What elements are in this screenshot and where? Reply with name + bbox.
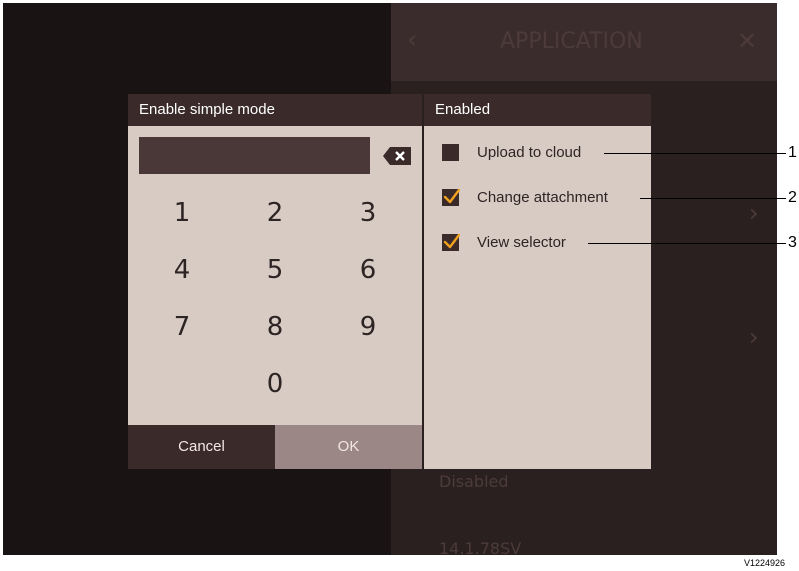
background-title: APPLICATION bbox=[500, 29, 643, 54]
options-panel-title: Enabled bbox=[424, 94, 651, 126]
figure-code: V1224926 bbox=[744, 558, 786, 568]
ok-button[interactable]: OK bbox=[275, 425, 422, 469]
background-close-icon: ✕ bbox=[737, 27, 758, 55]
key-9[interactable]: 9 bbox=[338, 307, 398, 347]
checkmark-icon bbox=[443, 234, 460, 249]
key-1[interactable]: 1 bbox=[152, 193, 212, 233]
checkbox-checked[interactable] bbox=[442, 234, 460, 251]
callout-line-1 bbox=[604, 153, 786, 154]
background-chevron-icon: › bbox=[749, 199, 759, 227]
key-8[interactable]: 8 bbox=[245, 307, 305, 347]
key-7[interactable]: 7 bbox=[152, 307, 212, 347]
callout-line-2 bbox=[640, 198, 786, 199]
checkmark-icon bbox=[443, 189, 460, 204]
callout-line-3 bbox=[588, 243, 786, 244]
backspace-icon[interactable] bbox=[383, 147, 411, 165]
background-item-status: Disabled bbox=[439, 472, 509, 491]
key-3[interactable]: 3 bbox=[338, 193, 398, 233]
pin-input[interactable] bbox=[139, 137, 370, 174]
key-4[interactable]: 4 bbox=[152, 250, 212, 290]
key-6[interactable]: 6 bbox=[338, 250, 398, 290]
background-item-version: 14.1.78SV bbox=[439, 539, 522, 555]
callout-number-1: 1 bbox=[788, 144, 797, 161]
key-0[interactable]: 0 bbox=[245, 364, 305, 404]
callout-number-3: 3 bbox=[788, 234, 797, 251]
keypad-dialog-title: Enable simple mode bbox=[128, 94, 422, 126]
key-5[interactable]: 5 bbox=[245, 250, 305, 290]
checkbox-checked[interactable] bbox=[442, 189, 460, 206]
callout-number-2: 2 bbox=[788, 189, 797, 206]
checkbox-unchecked[interactable] bbox=[442, 144, 459, 161]
option-label: Change attachment bbox=[477, 189, 608, 206]
background-chevron-icon: › bbox=[749, 323, 759, 351]
enabled-options-panel: Enabled Upload to cloud Change attachmen… bbox=[424, 94, 651, 469]
key-2[interactable]: 2 bbox=[245, 193, 305, 233]
cancel-button[interactable]: Cancel bbox=[128, 425, 275, 469]
keypad-dialog: Enable simple mode 1 2 3 4 5 6 7 8 9 0 C… bbox=[128, 94, 422, 469]
background-back-icon: ‹ bbox=[407, 25, 418, 55]
option-label: View selector bbox=[477, 234, 566, 251]
option-label: Upload to cloud bbox=[477, 144, 582, 161]
